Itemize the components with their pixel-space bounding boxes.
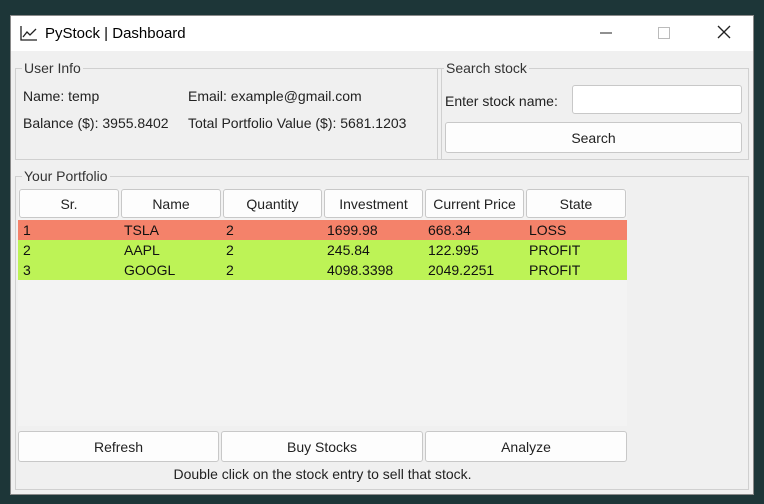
user-info-group: User Info Name: temp Email: example@gmai… (15, 60, 442, 160)
table-row[interactable]: 2 AAPL 2 245.84 122.995 PROFIT (18, 240, 627, 260)
cell-current-price: 668.34 (428, 222, 471, 238)
cell-sr: 3 (23, 262, 31, 278)
stock-name-input[interactable] (572, 85, 742, 114)
cell-name: GOOGL (124, 262, 176, 278)
maximize-icon (658, 26, 670, 42)
search-button[interactable]: Search (445, 122, 742, 153)
user-name-label: Name: temp (23, 88, 100, 104)
search-stock-title: Search stock (444, 60, 529, 76)
cell-quantity: 2 (226, 242, 234, 258)
cell-current-price: 2049.2251 (428, 262, 495, 278)
column-header-name[interactable]: Name (121, 189, 221, 218)
portfolio-title: Your Portfolio (22, 168, 110, 184)
cell-name: TSLA (124, 222, 160, 238)
cell-current-price: 122.995 (428, 242, 479, 258)
title-bar[interactable]: PyStock | Dashboard (11, 16, 753, 51)
user-email-label: Email: example@gmail.com (188, 88, 362, 104)
cell-name: AAPL (124, 242, 160, 258)
refresh-button[interactable]: Refresh (18, 431, 219, 462)
app-window: PyStock | Dashboard User Info Name: temp… (10, 15, 754, 495)
table-row[interactable]: 1 TSLA 2 1699.98 668.34 LOSS (18, 220, 627, 240)
balance-label: Balance ($): 3955.8402 (23, 115, 169, 131)
cell-sr: 2 (23, 242, 31, 258)
sell-hint-label: Double click on the stock entry to sell … (173, 466, 472, 482)
column-header-current-price[interactable]: Current Price (425, 189, 524, 218)
close-button[interactable] (695, 16, 753, 51)
user-info-title: User Info (22, 60, 83, 76)
cell-state: PROFIT (529, 242, 581, 258)
column-header-investment[interactable]: Investment (324, 189, 423, 218)
chart-line-icon (20, 25, 38, 41)
cell-investment: 245.84 (327, 242, 370, 258)
table-row[interactable]: 3 GOOGL 2 4098.3398 2049.2251 PROFIT (18, 260, 627, 280)
buy-stocks-button[interactable]: Buy Stocks (221, 431, 423, 462)
minimize-button[interactable] (577, 16, 635, 51)
cell-investment: 1699.98 (327, 222, 378, 238)
column-header-sr[interactable]: Sr. (19, 189, 119, 218)
cell-investment: 4098.3398 (327, 262, 394, 278)
window-title: PyStock | Dashboard (45, 25, 186, 42)
column-header-state[interactable]: State (526, 189, 626, 218)
search-input-label: Enter stock name: (445, 93, 558, 109)
portfolio-table[interactable]: Sr. Name Quantity Investment Current Pri… (18, 189, 627, 426)
maximize-button[interactable] (635, 16, 693, 51)
analyze-button[interactable]: Analyze (425, 431, 627, 462)
column-header-quantity[interactable]: Quantity (223, 189, 322, 218)
portfolio-value-label: Total Portfolio Value ($): 5681.1203 (188, 115, 407, 131)
search-stock-group: Search stock Enter stock name: Search (437, 60, 749, 160)
minimize-icon (600, 26, 612, 42)
cell-quantity: 2 (226, 262, 234, 278)
close-icon (717, 25, 731, 42)
cell-sr: 1 (23, 222, 31, 238)
cell-quantity: 2 (226, 222, 234, 238)
cell-state: PROFIT (529, 262, 581, 278)
cell-state: LOSS (529, 222, 567, 238)
